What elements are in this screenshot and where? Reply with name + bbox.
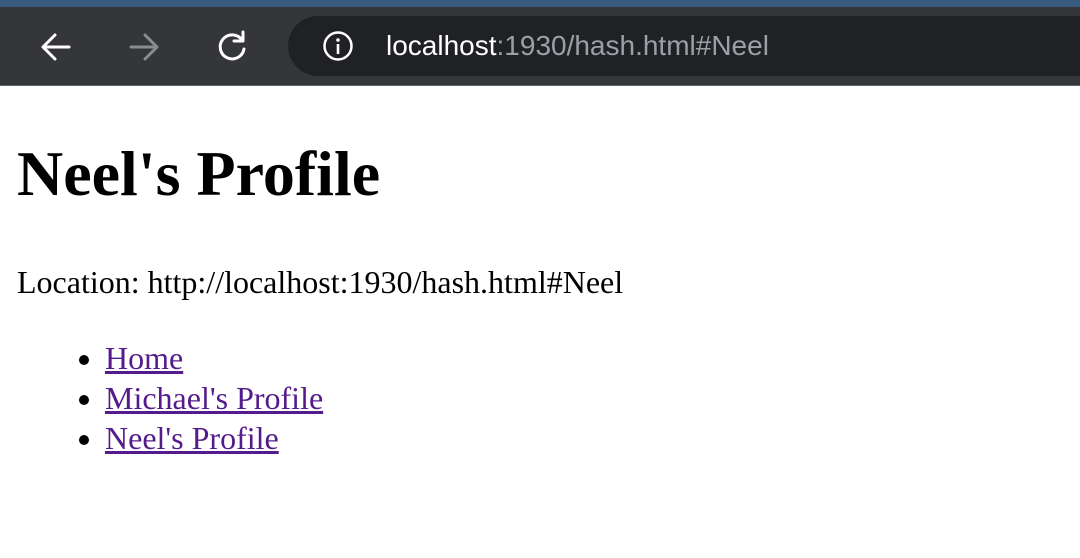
back-button[interactable]	[36, 27, 76, 67]
address-bar[interactable]: localhost:1930/hash.html#Neel	[288, 16, 1080, 76]
michael-profile-link[interactable]: Michael's Profile	[105, 380, 323, 416]
browser-toolbar: localhost:1930/hash.html#Neel	[0, 0, 1080, 86]
home-link[interactable]: Home	[105, 340, 183, 376]
list-item: Michael's Profile	[105, 378, 323, 418]
reload-icon	[218, 30, 246, 61]
list-item: Neel's Profile	[105, 418, 323, 458]
url-text[interactable]: localhost:1930/hash.html#Neel	[386, 16, 769, 76]
location-text: Location: http://localhost:1930/hash.htm…	[17, 264, 624, 300]
url-path: :1930/hash.html#Neel	[496, 30, 769, 61]
url-host: localhost	[386, 30, 497, 61]
page-content: Neel's Profile Location: http://localhos…	[0, 86, 1080, 558]
profile-links-list: Home Michael's Profile Neel's Profile	[105, 338, 323, 458]
arrow-left-icon	[41, 33, 71, 61]
info-icon[interactable]	[322, 30, 354, 62]
arrow-right-icon	[129, 33, 159, 61]
neel-profile-link[interactable]: Neel's Profile	[105, 420, 279, 456]
forward-button[interactable]	[124, 27, 164, 67]
page-title: Neel's Profile	[17, 138, 381, 209]
list-item: Home	[105, 338, 323, 378]
reload-button[interactable]	[212, 27, 252, 67]
